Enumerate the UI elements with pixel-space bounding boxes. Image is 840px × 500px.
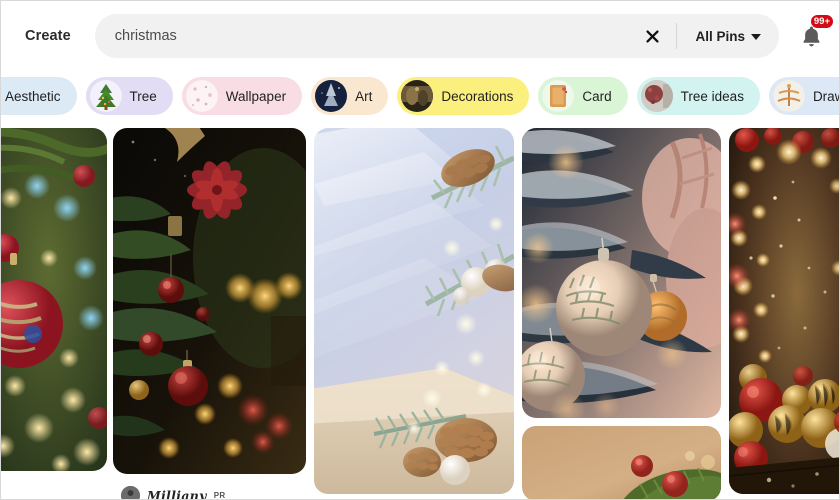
grid-column-5 (729, 128, 839, 499)
top-header-bar: Create All Pins 99+ (1, 1, 839, 71)
pin-tan-red-baubles[interactable] (522, 426, 721, 499)
create-button[interactable]: Create (15, 21, 81, 51)
pin-attribution[interactable]: Milliany PR (113, 482, 306, 500)
avatar (121, 486, 140, 499)
filter-pill-drawing[interactable]: Drawing (768, 77, 839, 115)
search-divider (676, 23, 678, 49)
filter-pill-label: Decorations (441, 88, 514, 104)
pinterest-search-window: Create All Pins 99+ Aesth (0, 0, 840, 500)
grid-column-1 (1, 128, 107, 479)
filter-pill-label: Tree (129, 88, 157, 104)
grid-column-4 (522, 128, 721, 499)
pin-gold-red-sparkle[interactable] (729, 128, 839, 494)
filter-pill-label: Drawing (812, 88, 839, 104)
notifications-button[interactable]: 99+ (789, 14, 834, 58)
filter-pill-label: Art (355, 88, 373, 104)
pin-author-tag: PR (213, 491, 226, 500)
gift-card-thumb-icon (542, 80, 575, 112)
grid-column-2: Milliany PR (113, 128, 306, 500)
pin-author-name: Milliany (147, 488, 207, 500)
grid-column-3 (314, 128, 514, 499)
filter-pill-art[interactable]: Art (311, 77, 389, 115)
filter-pill-label: Aesthetic (5, 88, 61, 104)
filter-pill-tree-ideas[interactable]: Tree ideas (636, 77, 760, 115)
search-input[interactable] (114, 14, 637, 58)
snow-dots-thumb-icon (185, 80, 218, 112)
filter-pill-bar[interactable]: Aesthetic Tree Wallpaper Art Decorations… (1, 71, 839, 121)
tree-ideas-thumb-icon (640, 80, 673, 112)
chevron-down-icon (751, 34, 761, 40)
close-x-icon[interactable] (636, 20, 668, 52)
filter-pill-label: Card (582, 88, 612, 104)
filter-pill-card[interactable]: Card (538, 77, 628, 115)
drawing-thumb-icon (772, 80, 805, 112)
pin-results-grid: Milliany PR (1, 128, 839, 500)
pin-snowy-baubles[interactable] (522, 128, 721, 418)
dark-tree-art-thumb-icon (315, 80, 348, 112)
search-bar[interactable]: All Pins (94, 14, 779, 58)
filter-pill-label: Wallpaper (225, 88, 287, 104)
filter-pill-tree[interactable]: Tree (85, 77, 173, 115)
pin-dark-tree-bow[interactable] (113, 128, 306, 474)
scope-selector-all-pins[interactable]: All Pins (683, 23, 773, 50)
filter-pill-decorations[interactable]: Decorations (397, 77, 530, 115)
decorations-thumb-icon (401, 80, 434, 112)
status-badge: 99+ (809, 14, 834, 29)
pin-pastel-pinecones[interactable] (314, 128, 514, 494)
filter-pill-aesthetic[interactable]: Aesthetic (1, 77, 77, 115)
filter-pill-wallpaper[interactable]: Wallpaper (181, 77, 303, 115)
christmas-tree-thumb-icon (89, 80, 122, 112)
filter-pill-label: Tree ideas (680, 88, 744, 104)
scope-label: All Pins (695, 28, 745, 44)
pin-ornament-bokeh[interactable] (1, 128, 107, 471)
